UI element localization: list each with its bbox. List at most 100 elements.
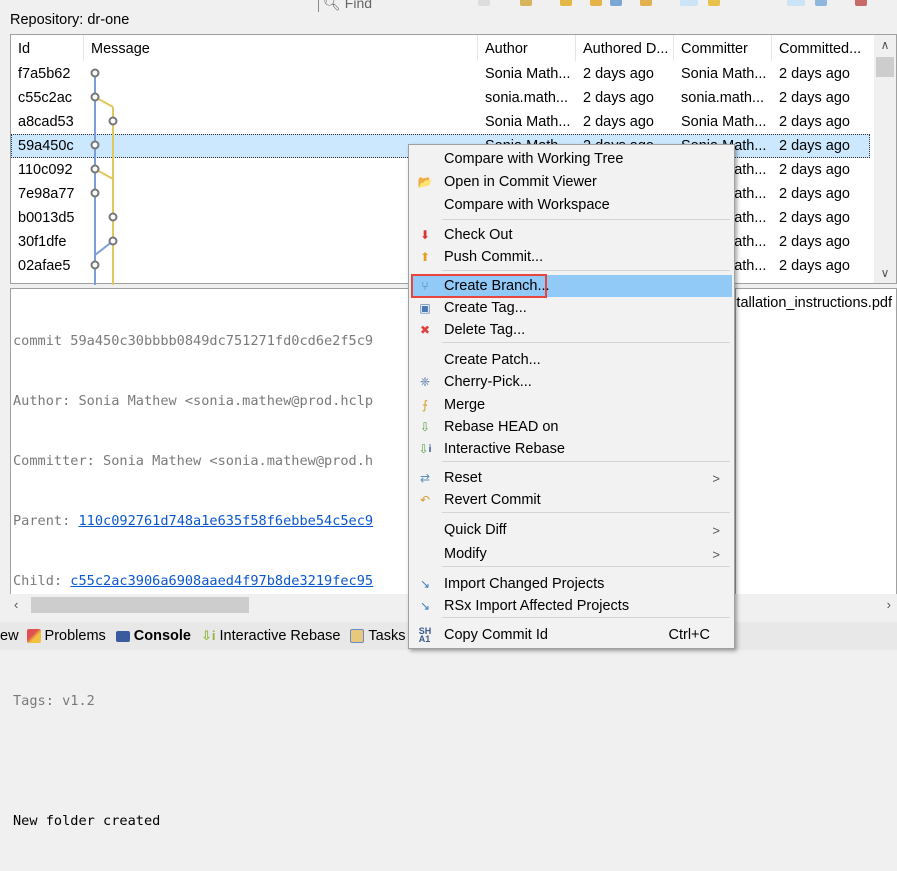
delete-icon: ✖ xyxy=(419,323,431,337)
menu-item-revert-commit[interactable]: ↶ Revert Commit xyxy=(411,489,732,511)
submenu-arrow-icon: > xyxy=(712,546,720,562)
menu-item-label: Compare with Working Tree xyxy=(444,151,624,167)
toolbar-button-icon[interactable] xyxy=(520,0,532,6)
menu-item-check-out[interactable]: ⬇ Check Out xyxy=(411,224,732,246)
menu-item-label: Create Patch... xyxy=(444,352,541,368)
menu-item-cherry-pick[interactable]: ❈ Cherry-Pick... xyxy=(411,371,732,393)
column-header-message[interactable]: Message xyxy=(84,35,478,61)
toolbar-button-icon[interactable] xyxy=(590,0,602,6)
menu-item-create-branch[interactable]: ⑂ Create Branch... xyxy=(411,274,732,298)
menu-item-label: Open in Commit Viewer xyxy=(444,174,597,190)
tab-problems[interactable]: Problems xyxy=(26,628,106,644)
import-icon: ↘ xyxy=(419,577,431,591)
interactive-rebase-icon: ⇩i xyxy=(418,442,432,456)
menu-item-label: Cherry-Pick... xyxy=(444,374,532,390)
commit-id: 30f1dfe xyxy=(18,234,67,250)
menu-item-merge[interactable]: ⨍ Merge xyxy=(411,394,732,416)
search-toggle-icon[interactable] xyxy=(680,0,698,6)
column-header-authored-date[interactable]: Authored D... xyxy=(576,35,674,61)
menu-item-label: Check Out xyxy=(444,227,513,243)
menu-item-label: Copy Commit Id xyxy=(444,627,548,643)
menu-separator xyxy=(442,270,730,271)
toolbar-button-icon[interactable] xyxy=(478,0,490,6)
scroll-left-icon[interactable]: ‹ xyxy=(14,594,18,616)
toolbar-button-icon[interactable] xyxy=(560,0,572,6)
committed-date-cell: 2 days ago xyxy=(779,186,850,202)
parent-label: Parent: xyxy=(13,513,79,529)
menu-item-interactive-rebase[interactable]: ⇩ i Interactive Rebase xyxy=(411,438,732,460)
tab-view-partial[interactable]: ew xyxy=(0,628,19,644)
committer-cell: sonia.math... xyxy=(681,90,765,106)
create-branch-icon: ⑂ xyxy=(421,279,429,293)
changed-files-list: tallation_instructions.pdf xyxy=(735,288,897,616)
revert-icon: ↶ xyxy=(419,493,431,507)
committed-date-cell: 2 days ago xyxy=(779,90,850,106)
toolbar-button-icon[interactable] xyxy=(640,0,652,6)
toolbar-button-icon[interactable] xyxy=(787,0,805,6)
menu-item-modify[interactable]: Modify > xyxy=(411,543,732,565)
menu-item-label: Create Branch... xyxy=(444,278,550,294)
committer-line: Committer: Sonia Mathew <sonia.mathew@pr… xyxy=(13,453,374,469)
author-cell: sonia.math... xyxy=(485,90,569,106)
toolbar-button-icon[interactable] xyxy=(708,0,720,6)
table-row[interactable]: f7a5b62feature1HEADVideogallery pdf crea… xyxy=(11,62,870,86)
commit-details: commit 59a450c30bbbb0849dc751271fd0cd6e2… xyxy=(10,288,410,829)
import-icon: ↘ xyxy=(419,599,431,613)
menu-item-push-commit[interactable]: ⬆ Push Commit... xyxy=(411,246,732,268)
vertical-scrollbar[interactable]: ∧ ∨ xyxy=(874,35,896,283)
menu-item-compare-with-workspace[interactable]: Compare with Workspace xyxy=(411,194,732,216)
menu-item-create-patch[interactable]: Create Patch... xyxy=(411,349,732,371)
files-horizontal-scrollbar[interactable]: › xyxy=(735,594,897,616)
repository-label: Repository: dr-one xyxy=(10,12,130,28)
details-horizontal-scrollbar[interactable]: ‹ xyxy=(10,594,410,616)
column-header-author[interactable]: Author xyxy=(478,35,576,61)
scroll-up-icon[interactable]: ∧ xyxy=(874,35,896,55)
committed-date-cell: 2 days ago xyxy=(779,162,850,178)
tab-tasks[interactable]: Tasks xyxy=(350,628,406,644)
table-row[interactable]: c55c2acMerge branch 'master' into featur… xyxy=(11,86,870,110)
menu-item-rebase-head-on[interactable]: ⇩ Rebase HEAD on xyxy=(411,416,732,438)
menu-item-open-in-commit-viewer[interactable]: 📂 Open in Commit Viewer xyxy=(411,171,732,193)
commit-line: commit 59a450c30bbbb0849dc751271fd0cd6e2… xyxy=(13,333,374,349)
menu-item-import-changed-projects[interactable]: ↘ Import Changed Projects xyxy=(411,573,732,595)
menu-item-compare-with-working-tree[interactable]: Compare with Working Tree xyxy=(411,148,732,170)
scroll-right-icon[interactable]: › xyxy=(887,594,891,616)
menu-item-delete-tag[interactable]: ✖ Delete Tag... xyxy=(411,319,732,341)
tab-console[interactable]: Console xyxy=(115,628,191,644)
scroll-thumb[interactable] xyxy=(876,57,894,77)
checkout-icon: ⬇ xyxy=(419,228,431,242)
commit-viewer-icon: 📂 xyxy=(417,175,433,189)
column-header-committed-date[interactable]: Committed... xyxy=(772,35,870,61)
toolbar-button-icon[interactable] xyxy=(610,0,622,6)
menu-item-label: Delete Tag... xyxy=(444,322,526,338)
commit-id: 7e98a77 xyxy=(18,186,75,202)
parent-hash-link[interactable]: 110c092761d748a1e635f58f6ebbe54c5ec9 xyxy=(78,513,373,529)
authored-date-cell: 2 days ago xyxy=(583,114,654,130)
menu-item-reset[interactable]: ⇄ Reset > xyxy=(411,467,732,489)
committed-date-cell: 2 days ago xyxy=(779,66,850,82)
find-field[interactable]: 🔍︎ Find xyxy=(318,0,372,12)
tags-line: Tags: v1.2 xyxy=(13,693,95,709)
table-row[interactable]: a8cad53masterorigin/HEADorigin/master Fi… xyxy=(11,110,870,134)
commit-id: a8cad53 xyxy=(18,114,74,130)
menu-item-create-tag[interactable]: ▣ Create Tag... xyxy=(411,297,732,319)
menu-item-label: Quick Diff xyxy=(444,522,507,538)
column-header-id[interactable]: Id xyxy=(11,35,84,61)
scroll-down-icon[interactable]: ∨ xyxy=(874,263,896,283)
column-header-committer[interactable]: Committer xyxy=(674,35,772,61)
tab-interactive-rebase[interactable]: ⇩i Interactive Rebase xyxy=(201,628,340,644)
scroll-thumb[interactable] xyxy=(31,597,249,613)
committed-date-cell: 2 days ago xyxy=(779,258,850,274)
author-line: Author: Sonia Mathew <sonia.mathew@prod.… xyxy=(13,393,374,409)
menu-item-copy-commit-id[interactable]: SH A1 Copy Commit Id Ctrl+C xyxy=(411,624,732,646)
push-icon: ⬆ xyxy=(419,250,431,264)
toolbar-button-icon[interactable] xyxy=(815,0,827,6)
toolbar-button-icon[interactable] xyxy=(855,0,867,6)
child-hash-link[interactable]: c55c2ac3906a6908aaed4f97b8de3219fec95 xyxy=(70,573,373,589)
sha1-icon: SH A1 xyxy=(418,626,432,644)
menu-item-rsx-import-affected-projects[interactable]: ↘ RSx Import Affected Projects xyxy=(411,595,732,617)
author-cell: Sonia Math... xyxy=(485,114,571,130)
menu-item-quick-diff[interactable]: Quick Diff > xyxy=(411,519,732,541)
file-item[interactable]: tallation_instructions.pdf xyxy=(736,295,892,311)
commit-message: New folder created xyxy=(13,813,161,829)
